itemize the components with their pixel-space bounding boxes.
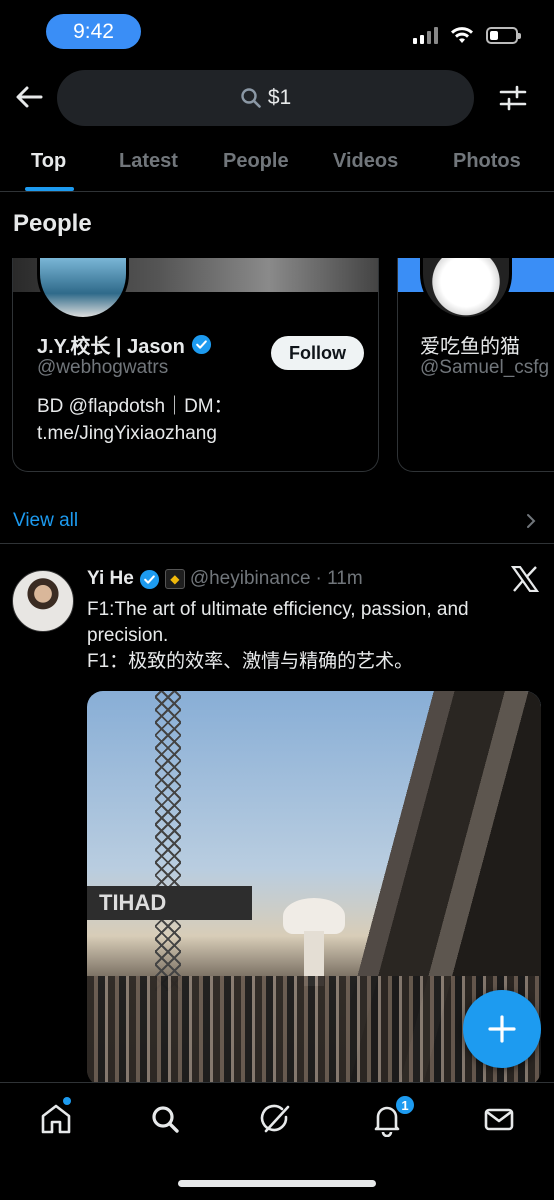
- people-section-title: People: [13, 210, 92, 237]
- avatar[interactable]: [420, 258, 512, 320]
- grok-icon[interactable]: [258, 1101, 294, 1137]
- tab-videos[interactable]: Videos: [333, 150, 398, 173]
- screen: 9:42 $1 Top Latest People Videos Photos …: [0, 0, 554, 1200]
- card-name: J.Y.校长 | Jason: [37, 330, 212, 359]
- tweet-text-line: F1：极致的效率、激情与精确的艺术。: [87, 651, 414, 672]
- tweet-text: F1:The art of ultimate efficiency, passi…: [87, 597, 532, 675]
- avatar[interactable]: [12, 570, 74, 632]
- people-card[interactable]: 爱吃鱼的猫 @Samuel_csfg: [397, 258, 554, 472]
- card-name-text: 爱吃鱼的猫: [420, 336, 520, 358]
- affiliation-badge-icon: ◆: [164, 569, 185, 589]
- compose-button[interactable]: [463, 990, 541, 1068]
- card-name-text: J.Y.校长 | Jason: [37, 336, 185, 358]
- home-unread-dot: [63, 1097, 71, 1105]
- tweet-time: · 11m: [315, 568, 363, 589]
- tweet-header: Yi He ◆ @heyibinance · 11m: [87, 568, 363, 590]
- search-icon: [241, 88, 261, 108]
- compose-plus-icon: [488, 1015, 516, 1043]
- tab-people[interactable]: People: [223, 150, 289, 173]
- divider: [0, 543, 554, 544]
- filter-icon[interactable]: [498, 83, 528, 113]
- status-bar: 9:42: [0, 0, 554, 62]
- cellular-signal-icon: [413, 26, 438, 44]
- people-card[interactable]: J.Y.校长 | Jason @webhogwatrs BD @flapdots…: [12, 258, 379, 472]
- tweet-author-name[interactable]: Yi He: [87, 568, 134, 590]
- chevron-right-icon[interactable]: [524, 512, 538, 530]
- avatar[interactable]: [37, 258, 129, 320]
- search-input[interactable]: $1: [57, 70, 474, 126]
- search-query: $1: [267, 86, 292, 109]
- view-all-link[interactable]: View all: [13, 510, 78, 532]
- tweet-author-handle[interactable]: @heyibinance: [190, 568, 311, 590]
- image-sign: TIHAD: [87, 886, 252, 920]
- search-tabs: Top Latest People Videos Photos: [0, 140, 554, 192]
- mail-icon[interactable]: [481, 1101, 517, 1137]
- verified-icon: [139, 569, 159, 589]
- status-icons: [413, 26, 521, 44]
- explore-search-icon[interactable]: [147, 1101, 183, 1137]
- tab-photos[interactable]: Photos: [453, 150, 521, 173]
- back-arrow-icon[interactable]: [14, 82, 44, 112]
- verified-icon: [191, 334, 211, 355]
- status-time: 9:42: [46, 14, 141, 49]
- active-tab-indicator: [25, 187, 74, 191]
- tab-top[interactable]: Top: [31, 150, 66, 173]
- tweet-text-line: F1:The art of ultimate efficiency, passi…: [87, 599, 469, 646]
- image-building: [283, 898, 345, 934]
- x-logo-icon: [511, 566, 539, 592]
- search-header: $1: [0, 68, 554, 128]
- follow-button[interactable]: Follow: [271, 336, 364, 370]
- card-handle: @Samuel_csfg: [420, 357, 550, 378]
- wifi-icon: [451, 27, 473, 43]
- notification-badge: 1: [394, 1094, 416, 1116]
- home-icon[interactable]: [38, 1101, 74, 1137]
- battery-icon: [486, 26, 521, 44]
- image-tower: [155, 691, 181, 991]
- tab-latest[interactable]: Latest: [119, 150, 178, 173]
- card-bio: BD @flapdotsh｜DM：t.me/JingYixiaozhang: [37, 396, 233, 444]
- card-handle: @webhogwatrs: [37, 357, 169, 378]
- home-indicator[interactable]: [178, 1180, 376, 1187]
